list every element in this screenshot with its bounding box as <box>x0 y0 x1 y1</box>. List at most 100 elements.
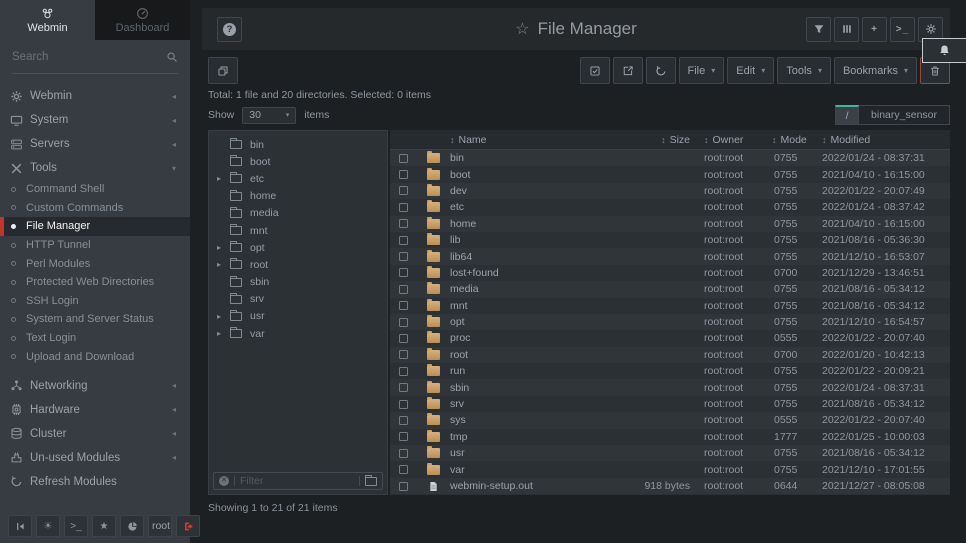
tree-item-media[interactable]: media <box>209 205 387 222</box>
clear-filter-icon[interactable]: ✕ <box>219 476 229 486</box>
path-root-button[interactable]: / <box>835 105 859 125</box>
file-name[interactable]: home <box>450 218 616 230</box>
file-name[interactable]: usr <box>450 447 616 459</box>
sidebar-item-cluster[interactable]: Cluster◂ <box>0 422 190 446</box>
table-row[interactable]: procroot:root05552022/01/22 - 20:07:40 <box>390 330 950 346</box>
row-checkbox[interactable] <box>399 268 408 277</box>
sidebar-item-servers[interactable]: Servers◂ <box>0 132 190 156</box>
select-all-button[interactable] <box>580 57 610 84</box>
refresh-button[interactable] <box>646 57 676 84</box>
tree-item-opt[interactable]: ▸opt <box>209 239 387 256</box>
collapse-navigation-button[interactable] <box>8 515 32 537</box>
edit-menu-button[interactable]: Edit▾ <box>727 57 774 84</box>
bookmarks-menu-button[interactable]: Bookmarks▾ <box>834 57 917 84</box>
table-row[interactable]: webmin-setup.out918 bytesroot:root064420… <box>390 478 950 494</box>
table-row[interactable]: mntroot:root07552021/08/16 - 05:34:12 <box>390 298 950 314</box>
tree-item-home[interactable]: home <box>209 188 387 205</box>
file-name[interactable]: etc <box>450 201 616 213</box>
row-checkbox[interactable] <box>399 236 408 245</box>
notifications-panel[interactable] <box>922 38 966 63</box>
sidebar-item-ssh-login[interactable]: SSH Login <box>0 292 190 311</box>
expand-arrow-icon[interactable]: ▸ <box>217 312 230 321</box>
table-row[interactable]: tmproot:root17772022/01/25 - 10:00:03 <box>390 429 950 445</box>
favorites-button[interactable]: ★ <box>92 515 116 537</box>
sidebar-item-perl-modules[interactable]: Perl Modules <box>0 254 190 273</box>
sidebar-item-protected-web-directories[interactable]: Protected Web Directories <box>0 273 190 292</box>
search-input[interactable] <box>12 51 166 63</box>
row-checkbox[interactable] <box>399 383 408 392</box>
table-row[interactable]: optroot:root07552021/12/10 - 16:54:57 <box>390 314 950 330</box>
tree-item-srv[interactable]: srv <box>209 291 387 308</box>
row-checkbox[interactable] <box>399 416 408 425</box>
table-row[interactable]: mediaroot:root07552021/08/16 - 05:34:12 <box>390 281 950 297</box>
file-name[interactable]: lib <box>450 234 616 246</box>
table-row[interactable]: bootroot:root07552021/04/10 - 16:15:00 <box>390 166 950 182</box>
open-shell-button[interactable]: >_ <box>64 515 88 537</box>
open-terminal-button[interactable]: >_ <box>890 17 915 42</box>
row-checkbox[interactable] <box>399 350 408 359</box>
file-name[interactable]: boot <box>450 169 616 181</box>
file-name[interactable]: bin <box>450 152 616 164</box>
file-name[interactable]: run <box>450 365 616 377</box>
usage-stats-button[interactable] <box>120 515 144 537</box>
night-mode-button[interactable]: ☀ <box>36 515 60 537</box>
sidebar-item-tools[interactable]: Tools▾ <box>0 156 190 180</box>
filter-button[interactable] <box>806 17 831 42</box>
sidebar-item-command-shell[interactable]: Command Shell <box>0 180 190 199</box>
sidebar-item-system-and-server-status[interactable]: System and Server Status <box>0 310 190 329</box>
row-checkbox[interactable] <box>399 432 408 441</box>
table-row[interactable]: etcroot:root07552022/01/24 - 08:37:42 <box>390 199 950 215</box>
row-checkbox[interactable] <box>399 285 408 294</box>
column-header-name[interactable]: ↕Name <box>450 134 616 146</box>
row-checkbox[interactable] <box>399 449 408 458</box>
file-name[interactable]: srv <box>450 398 616 410</box>
row-checkbox[interactable] <box>399 186 408 195</box>
file-name[interactable]: sys <box>450 414 616 426</box>
file-name[interactable]: opt <box>450 316 616 328</box>
row-checkbox[interactable] <box>399 170 408 179</box>
table-row[interactable]: rootroot:root07002022/01/20 - 10:42:13 <box>390 347 950 363</box>
sidebar-item-un-used-modules[interactable]: Un-used Modules◂ <box>0 446 190 470</box>
tab-webmin[interactable]: Webmin <box>0 0 95 40</box>
tree-item-etc[interactable]: ▸etc <box>209 170 387 187</box>
row-checkbox[interactable] <box>399 465 408 474</box>
table-row[interactable]: sbinroot:root07552022/01/24 - 08:37:31 <box>390 379 950 395</box>
help-button[interactable]: ? <box>217 17 242 42</box>
row-checkbox[interactable] <box>399 203 408 212</box>
sidebar-item-http-tunnel[interactable]: HTTP Tunnel <box>0 236 190 255</box>
favorite-star-icon[interactable]: ☆ <box>515 19 529 39</box>
tree-item-sbin[interactable]: sbin <box>209 274 387 291</box>
file-menu-button[interactable]: File▾ <box>679 57 725 84</box>
sidebar-item-webmin[interactable]: Webmin◂ <box>0 84 190 108</box>
tree-item-usr[interactable]: ▸usr <box>209 308 387 325</box>
file-name[interactable]: sbin <box>450 382 616 394</box>
table-row[interactable]: devroot:root07552022/01/22 - 20:07:49 <box>390 183 950 199</box>
tab-dashboard[interactable]: Dashboard <box>95 0 190 40</box>
toggle-view-button[interactable] <box>208 57 238 84</box>
row-checkbox[interactable] <box>399 219 408 228</box>
table-row[interactable]: lib64root:root07552021/12/10 - 16:53:07 <box>390 248 950 264</box>
row-checkbox[interactable] <box>399 367 408 376</box>
user-account-button[interactable]: root <box>148 515 172 537</box>
sidebar-item-hardware[interactable]: Hardware◂ <box>0 398 190 422</box>
expand-arrow-icon[interactable]: ▸ <box>217 260 230 269</box>
column-header-size[interactable]: ↕Size <box>616 134 704 146</box>
sidebar-item-networking[interactable]: Networking◂ <box>0 374 190 398</box>
file-name[interactable]: proc <box>450 332 616 344</box>
expand-arrow-icon[interactable]: ▸ <box>217 174 230 183</box>
tree-item-bin[interactable]: bin <box>209 136 387 153</box>
table-row[interactable]: usrroot:root07552021/08/16 - 05:34:12 <box>390 445 950 461</box>
table-row[interactable]: binroot:root07552022/01/24 - 08:37:31 <box>390 150 950 166</box>
file-name[interactable]: webmin-setup.out <box>450 480 616 492</box>
sidebar-item-system[interactable]: System◂ <box>0 108 190 132</box>
table-row[interactable]: homeroot:root07552021/04/10 - 16:15:00 <box>390 216 950 232</box>
path-current-segment[interactable]: binary_sensor <box>859 105 950 125</box>
column-header-modified[interactable]: ↕Modified <box>822 134 950 146</box>
file-name[interactable]: mnt <box>450 300 616 312</box>
column-header-mode[interactable]: ↕Mode <box>772 134 822 146</box>
tools-menu-button[interactable]: Tools▾ <box>777 57 831 84</box>
sidebar-item-file-manager[interactable]: File Manager <box>0 217 190 236</box>
file-name[interactable]: var <box>450 464 616 476</box>
file-name[interactable]: lost+found <box>450 267 616 279</box>
table-row[interactable]: srvroot:root07552021/08/16 - 05:34:12 <box>390 396 950 412</box>
